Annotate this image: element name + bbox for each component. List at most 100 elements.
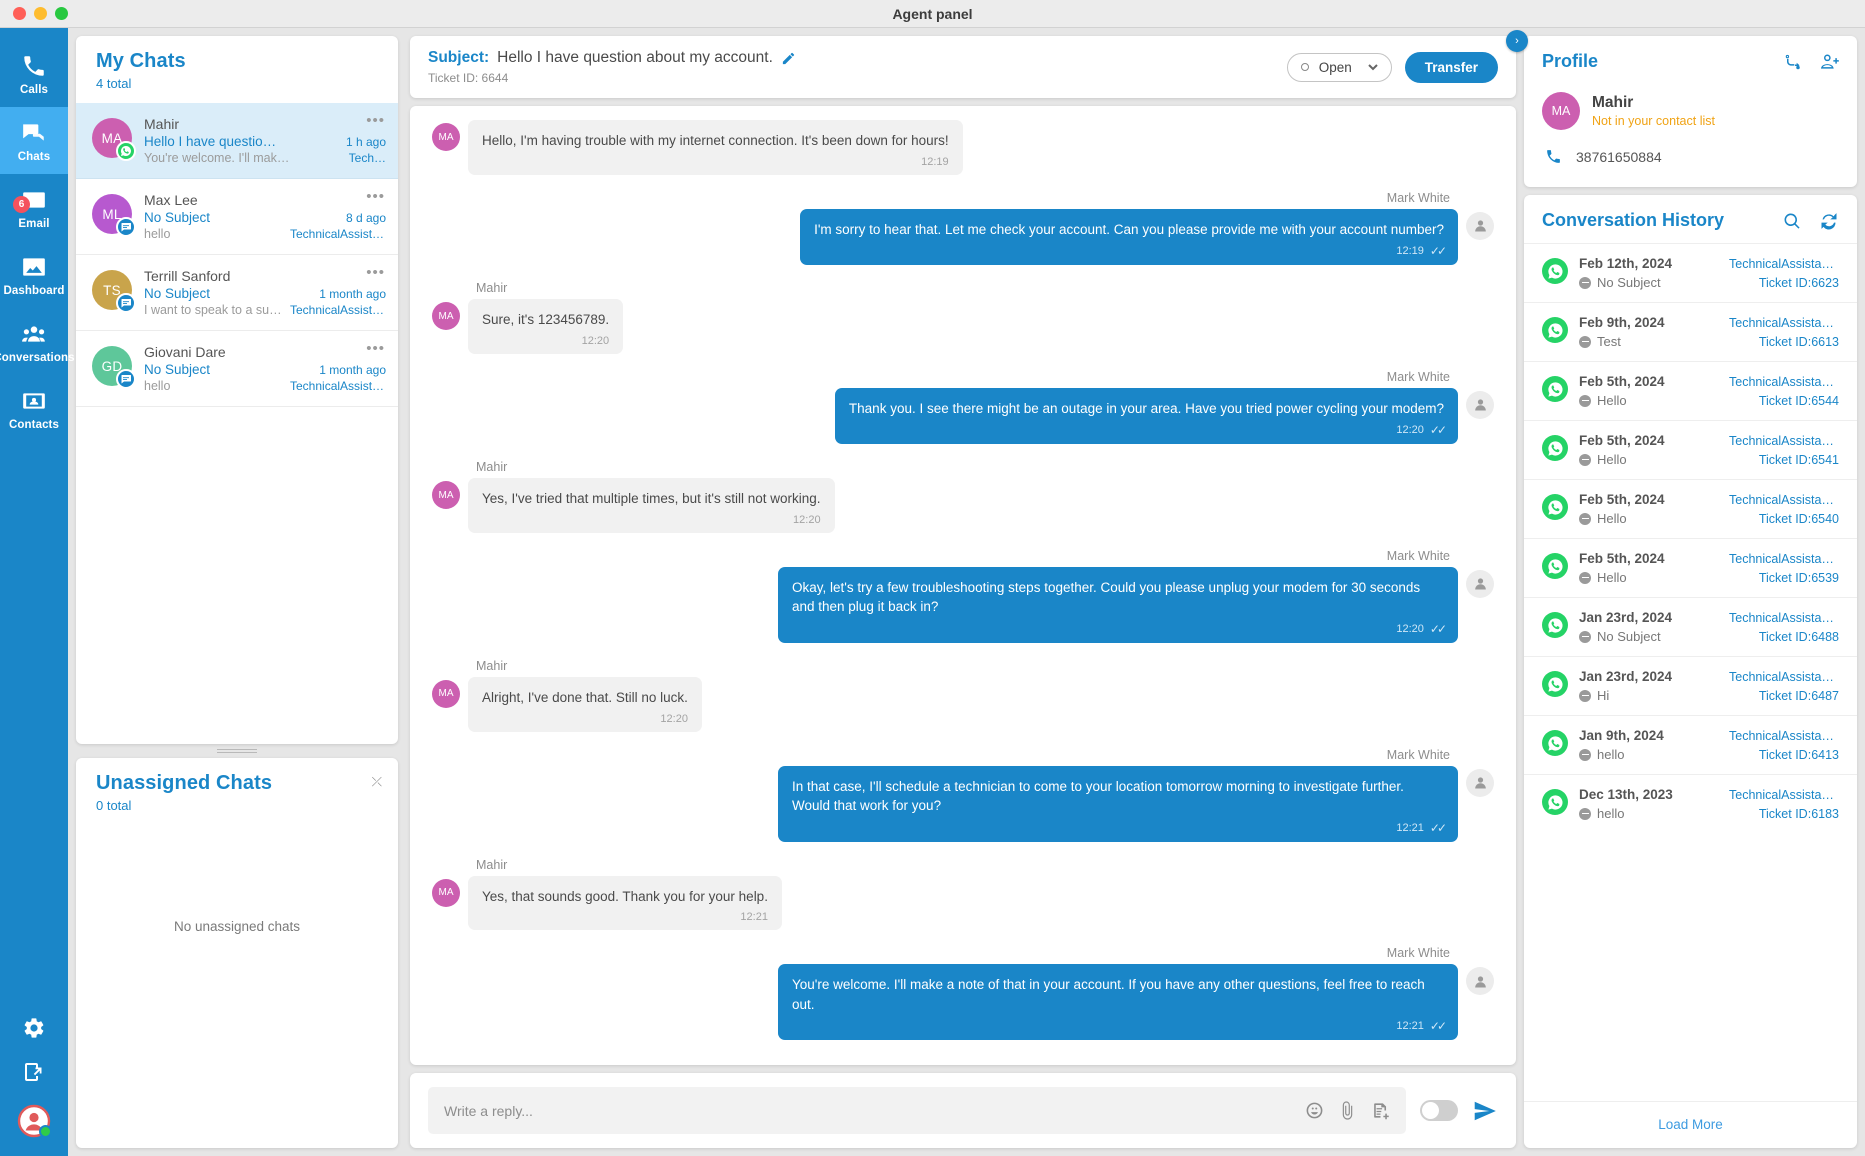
chat-list-item[interactable]: ML Max Lee No Subject 8 d ago hello Tech… xyxy=(76,179,398,255)
chat-preview: hello xyxy=(144,227,171,241)
history-list[interactable]: Feb 12th, 2024 TechnicalAssistan… No Sub… xyxy=(1524,243,1857,1101)
delivery-ticks-icon: ✓✓ xyxy=(1429,820,1447,835)
history-list-item[interactable]: Feb 5th, 2024 TechnicalAssistan… Hello T… xyxy=(1524,538,1857,597)
chat-list[interactable]: MA Mahir Hello I have questio… 1 h ago Y… xyxy=(76,103,398,744)
message-avatar: MA xyxy=(432,679,460,708)
history-subject: hello xyxy=(1597,806,1625,821)
collapse-right-panel-icon[interactable]: › xyxy=(1506,30,1528,52)
message: Mark White I'm sorry to hear that. Let m… xyxy=(432,191,1494,266)
message: Mahir MA Yes, that sounds good. Thank you… xyxy=(432,858,1494,931)
collapse-panel-icon[interactable]: ⤫ xyxy=(372,775,382,788)
history-subject: Hello xyxy=(1597,570,1627,585)
avatar: TS xyxy=(92,270,136,313)
history-department: TechnicalAssistan… xyxy=(1729,552,1839,566)
message-sender: Mark White xyxy=(1386,747,1450,762)
rail-item-calls[interactable]: Calls xyxy=(0,40,68,107)
history-list-item[interactable]: Dec 13th, 2023 TechnicalAssistan… hello … xyxy=(1524,774,1857,833)
ticket-number: 6488 xyxy=(1811,629,1839,644)
edit-subject-pencil-icon[interactable] xyxy=(781,51,796,66)
ticket-number: 6613 xyxy=(1811,334,1839,349)
history-ticket-id: Ticket ID:6413 xyxy=(1759,748,1839,762)
chat-list-item[interactable]: GD Giovani Dare No Subject 1 month ago h… xyxy=(76,331,398,407)
history-department: TechnicalAssistan… xyxy=(1729,670,1839,684)
refresh-icon[interactable] xyxy=(1819,211,1839,231)
rail-item-email[interactable]: 6 Email xyxy=(0,174,68,241)
history-date: Jan 9th, 2024 xyxy=(1579,728,1664,743)
message-text: Yes, I've tried that multiple times, but… xyxy=(482,491,821,507)
search-icon[interactable] xyxy=(1782,211,1802,231)
whatsapp-channel-icon xyxy=(1542,494,1568,520)
subject-status-icon xyxy=(1579,689,1591,702)
my-chats-panel: My Chats 4 total MA Mahir Hello I have q… xyxy=(76,36,398,744)
whatsapp-channel-icon xyxy=(1542,376,1568,402)
transfer-button[interactable]: Transfer xyxy=(1404,51,1498,83)
rail-item-label: Calls xyxy=(20,84,48,96)
emoji-icon[interactable] xyxy=(1305,1101,1324,1120)
history-list-item[interactable]: Feb 5th, 2024 TechnicalAssistan… Hello T… xyxy=(1524,479,1857,538)
message-sender: Mahir xyxy=(476,281,508,296)
subject-status-icon xyxy=(1579,630,1591,643)
add-contact-icon[interactable] xyxy=(1819,52,1839,72)
history-list-item[interactable]: Feb 5th, 2024 TechnicalAssistan… Hello T… xyxy=(1524,420,1857,479)
merge-contact-icon[interactable] xyxy=(1782,52,1802,72)
subject-status-icon xyxy=(1579,453,1591,466)
message: Mark White Okay, let's try a few trouble… xyxy=(432,549,1494,643)
template-icon[interactable] xyxy=(1371,1101,1390,1120)
chat-bubbles-icon xyxy=(21,120,47,146)
chat-row-menu-icon[interactable]: ••• xyxy=(366,113,385,128)
avatar: GD xyxy=(92,346,136,389)
chat-row-menu-icon[interactable]: ••• xyxy=(366,189,385,204)
profile-phone-row[interactable]: 38761650884 xyxy=(1542,148,1839,165)
avatar: MA xyxy=(92,118,136,161)
reply-input[interactable] xyxy=(444,1102,1291,1119)
message-time: 12:19 xyxy=(1396,245,1424,258)
rail-item-conversations[interactable]: Conversations xyxy=(0,308,74,375)
message-sender: Mark White xyxy=(1386,369,1450,384)
chat-list-item[interactable]: TS Terrill Sanford No Subject 1 month ag… xyxy=(76,255,398,331)
message-bubble: Yes, I've tried that multiple times, but… xyxy=(468,478,835,533)
current-user-avatar[interactable] xyxy=(17,1104,52,1138)
history-list-item[interactable]: Feb 12th, 2024 TechnicalAssistan… No Sub… xyxy=(1524,243,1857,302)
message-text: In that case, I'll schedule a technician… xyxy=(792,778,1404,814)
logout-icon[interactable] xyxy=(22,1060,46,1084)
history-list-item[interactable]: Feb 9th, 2024 TechnicalAssistan… Test Ti… xyxy=(1524,302,1857,361)
history-list-item[interactable]: Jan 9th, 2024 TechnicalAssistan… hello T… xyxy=(1524,715,1857,774)
load-more-button[interactable]: Load More xyxy=(1524,1101,1857,1148)
panel-splitter[interactable] xyxy=(76,744,398,758)
status-dropdown[interactable]: Open xyxy=(1286,52,1392,82)
attachment-icon[interactable] xyxy=(1338,1101,1357,1120)
chat-row-menu-icon[interactable]: ••• xyxy=(366,341,385,356)
rail-item-dashboard[interactable]: Dashboard xyxy=(0,241,68,308)
history-list-item[interactable]: Jan 23rd, 2024 TechnicalAssistan… No Sub… xyxy=(1524,597,1857,656)
message-time: 12:21 xyxy=(740,911,768,924)
chat-timestamp: 1 month ago xyxy=(319,287,386,301)
rail-item-contacts[interactable]: Contacts xyxy=(0,375,68,442)
window-title: Agent panel xyxy=(892,5,973,22)
ticket-prefix: Ticket ID: xyxy=(1758,511,1812,526)
profile-contact-note: Not in your contact list xyxy=(1592,114,1715,128)
ticket-prefix: Ticket ID: xyxy=(1758,393,1812,408)
chat-list-item[interactable]: MA Mahir Hello I have questio… 1 h ago Y… xyxy=(76,103,398,179)
chat-timestamp: 1 month ago xyxy=(319,363,386,377)
chat-row-menu-icon[interactable]: ••• xyxy=(366,265,385,280)
message: MA Hello, I'm having trouble with my int… xyxy=(432,120,1494,175)
send-message-button[interactable] xyxy=(1472,1098,1498,1124)
ticket-number: 6183 xyxy=(1811,806,1839,821)
profile-name: Mahir xyxy=(1592,94,1634,111)
settings-gear-icon[interactable] xyxy=(22,1016,46,1040)
history-list-item[interactable]: Feb 5th, 2024 TechnicalAssistan… Hello T… xyxy=(1524,361,1857,420)
profile-header: Profile xyxy=(1542,51,1839,72)
app-root: Calls Chats 6 Email Dashboard Conversati… xyxy=(0,28,1865,1156)
sms-channel-icon xyxy=(116,369,136,389)
message-bubble: Okay, let's try a few troubleshooting st… xyxy=(778,566,1458,643)
message: Mark White Thank you. I see there might … xyxy=(432,370,1494,445)
message-bubble: Sure, it's 123456789. 12:20 xyxy=(468,299,624,354)
history-list-item[interactable]: Jan 23rd, 2024 TechnicalAssistan… Hi Tic… xyxy=(1524,656,1857,715)
internal-note-toggle[interactable] xyxy=(1420,1100,1458,1121)
reply-box[interactable] xyxy=(428,1087,1406,1134)
rail-item-chats[interactable]: Chats xyxy=(0,107,68,174)
history-department: TechnicalAssistan… xyxy=(1729,788,1839,802)
chat-department: Tech… xyxy=(348,151,386,165)
message-list[interactable]: MA Hello, I'm having trouble with my int… xyxy=(410,106,1516,1065)
message-sender: Mahir xyxy=(476,857,508,872)
